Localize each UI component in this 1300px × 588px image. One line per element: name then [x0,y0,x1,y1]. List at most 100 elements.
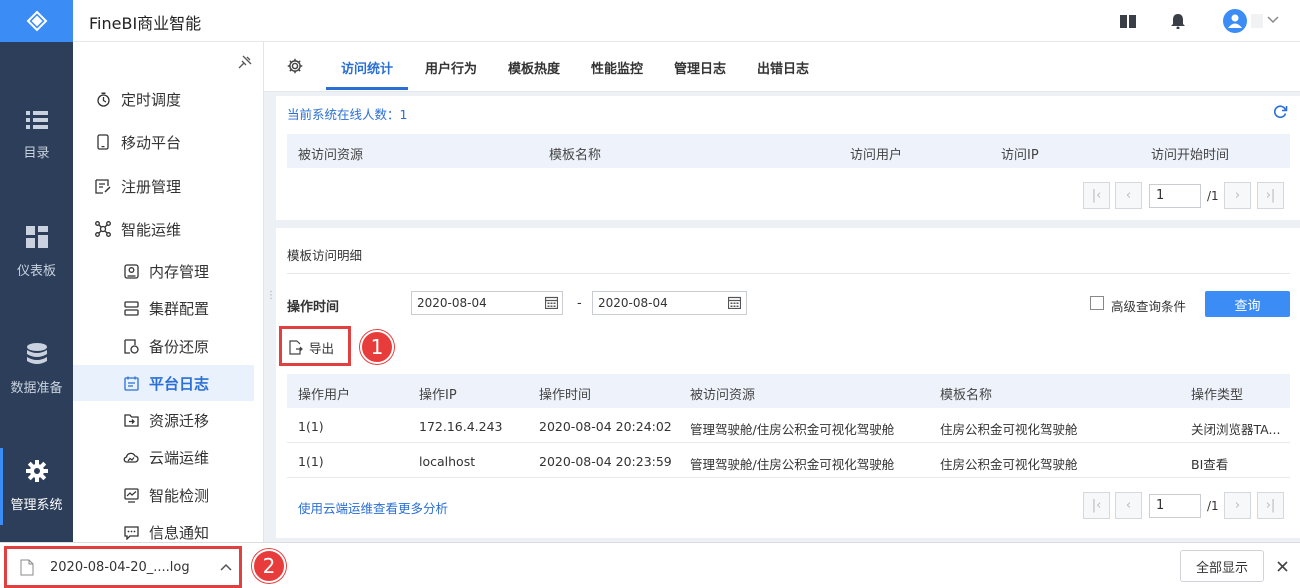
sidebar-item-label: 智能检测 [149,486,210,505]
nav-label: 目录 [23,146,50,161]
show-all-button[interactable]: 全部显示 [1180,550,1264,582]
timer-icon [96,92,110,107]
user-icon [1228,14,1242,28]
prev-page-button[interactable]: ‹ [1115,182,1142,209]
refresh-icon[interactable] [1273,104,1288,119]
settings-gear-icon[interactable] [287,58,303,74]
highlight-box [279,326,351,366]
cell: 管理驾驶舱/住房公积金可视化驾驶舱 [690,457,895,472]
column-header: 被访问资源 [690,388,756,403]
backup-icon [123,338,139,354]
sidebar-item-label: 信息通知 [149,523,210,542]
sidebar-item-label: 备份还原 [149,337,210,356]
tab-user-behavior[interactable]: 用户行为 [425,58,477,77]
cell: 关闭浏览器TA... [1191,422,1281,437]
advanced-label: 高级查询条件 [1111,299,1187,314]
file-icon [20,559,34,575]
last-page-button[interactable]: ›| [1257,182,1284,209]
start-date-value: 2020-08-04 [417,296,487,310]
nav-item-admin[interactable]: 管理系统 [0,428,73,545]
column-header: 模板名称 [549,148,602,163]
logo-icon [26,10,47,32]
avatar[interactable] [1223,9,1247,33]
sidebar-item-detect[interactable]: 智能检测 [73,477,264,513]
advanced-checkbox[interactable] [1090,296,1104,310]
next-page-button[interactable]: › [1224,492,1251,519]
calendar-icon[interactable] [728,296,741,309]
page-input[interactable]: 1 [1149,494,1201,518]
nav-item-catalog[interactable]: 目录 [0,77,73,194]
next-page-button[interactable]: › [1224,182,1251,209]
cloud-icon [123,452,139,463]
prev-page-button[interactable]: ‹ [1115,492,1142,519]
column-header: 访问IP [1001,148,1039,163]
column-header: 被访问资源 [298,148,364,163]
page-input[interactable]: 1 [1149,184,1201,208]
chevron-down-icon[interactable] [1267,16,1279,24]
sidebar-item-memory[interactable]: 内存管理 [73,253,264,289]
detail-table-header: 操作用户 操作IP 操作时间 被访问资源 模板名称 操作类型 [287,374,1290,408]
tab-error-log[interactable]: 出错日志 [757,58,809,77]
sidebar-item-label: 平台日志 [149,374,210,393]
first-page-button[interactable]: |‹ [1083,182,1110,209]
cell: 住房公积金可视化驾驶舱 [940,457,1078,472]
sidebar-item-migrate[interactable]: 资源迁移 [73,402,264,438]
sidebar-item-register[interactable]: 注册管理 [73,168,264,204]
sidebar-item-mobile[interactable]: 移动平台 [73,124,264,160]
tab-performance[interactable]: 性能监控 [591,58,643,77]
detail-panel: 模板访问明细 ⋮ 操作时间 2020-08-04 - 2020-08-04 高级… [266,228,1300,538]
sidebar-item-cluster[interactable]: 集群配置 [73,290,264,326]
table-row[interactable]: 1(1) 172.16.4.243 2020-08-04 20:24:02 管理… [287,408,1290,443]
app-title: FineBI商业智能 [89,14,202,33]
last-page-button[interactable]: ›| [1257,492,1284,519]
online-count: 当前系统在线人数：1 [287,107,408,122]
app-logo[interactable] [0,0,73,42]
close-icon[interactable] [1277,561,1288,572]
bell-icon[interactable] [1171,13,1185,29]
column-header: 操作用户 [298,388,351,403]
cluster-icon [123,300,139,316]
sidebar-item-label: 云端运维 [149,448,210,467]
sidebar-item-label: 定时调度 [121,90,182,109]
sidebar-item-platform-log[interactable]: 平台日志 [73,365,254,401]
register-icon [95,178,111,194]
sidebar-item-backup[interactable]: 备份还原 [73,328,264,364]
column-header: 操作IP [419,388,457,403]
column-header: 操作时间 [539,388,592,403]
more-analysis-link[interactable]: 使用云端运维查看更多分析 [298,498,448,517]
page-total: /1 [1207,499,1219,513]
gear-icon [25,460,48,482]
chevron-up-icon[interactable] [220,563,232,571]
column-header: 操作类型 [1191,388,1244,403]
tab-access-stats[interactable]: 访问统计 [341,58,393,77]
cell: BI查看 [1191,457,1229,472]
table-row[interactable]: 1(1) localhost 2020-08-04 20:23:59 管理驾驶舱… [287,443,1290,478]
nav-label: 管理系统 [10,498,63,513]
sidebar-item-label: 注册管理 [121,177,182,196]
sidebar-item-cloud-ops[interactable]: 云端运维 [73,439,264,475]
download-item[interactable]: 2020-08-04-20_....log [12,551,234,583]
book-icon[interactable] [1120,14,1136,28]
drag-handle[interactable]: ⋮ [266,291,276,308]
start-date-input[interactable]: 2020-08-04 [411,291,563,315]
cell: 2020-08-04 20:24:02 [539,419,672,434]
end-date-input[interactable]: 2020-08-04 [592,291,747,315]
top-header: FineBI商业智能 [73,0,1300,42]
tab-admin-log[interactable]: 管理日志 [674,58,726,77]
main-content: 访问统计 用户行为 模板热度 性能监控 管理日志 出错日志 当前系统在线人数：1… [264,42,1300,542]
cell: 172.16.4.243 [419,419,503,434]
online-panel: 当前系统在线人数：1 被访问资源 模板名称 访问用户 访问IP 访问开始时间 |… [276,96,1300,220]
sidebar-item-ops[interactable]: 智能运维 [73,211,264,247]
nav-item-data-prep[interactable]: 数据准备 [0,311,73,428]
tab-template-heat[interactable]: 模板热度 [508,58,560,77]
query-button[interactable]: 查询 [1205,291,1290,317]
cell: localhost [419,454,476,469]
download-bar: 2020-08-04-20_....log 2 全部显示 [0,542,1300,588]
sidebar-item-schedule[interactable]: 定时调度 [73,81,264,117]
first-page-button[interactable]: |‹ [1083,492,1110,519]
calendar-icon[interactable] [545,296,558,309]
column-header: 访问开始时间 [1151,148,1230,163]
nav-item-dashboard[interactable]: 仪表板 [0,194,73,311]
pin-icon[interactable] [238,55,252,69]
database-icon [26,343,47,364]
